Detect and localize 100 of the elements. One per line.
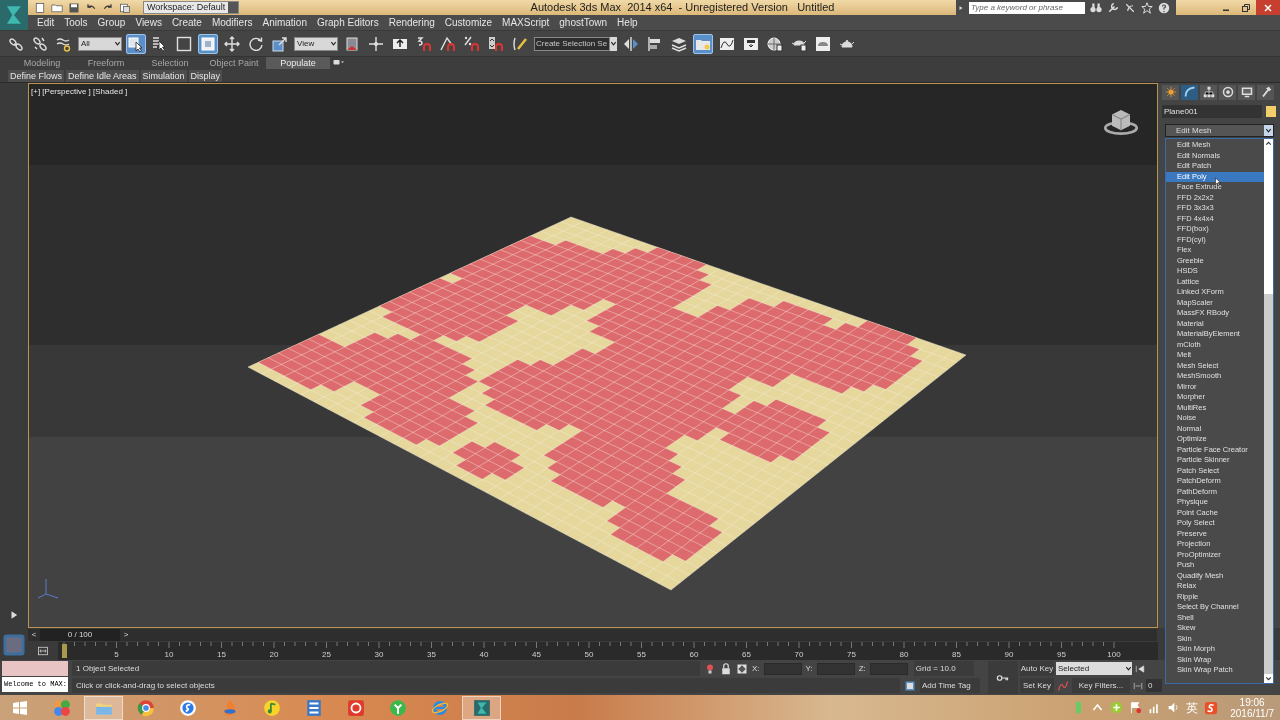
- time-slider-thumb[interactable]: 0 / 100: [40, 629, 120, 641]
- menu-item[interactable]: Graph Editors: [311, 15, 384, 30]
- down-arrow-circle-icon: [388, 698, 407, 717]
- scrollbar[interactable]: [1264, 139, 1273, 683]
- window-title: Autodesk 3ds Max 2014 x64 - Unregistered Version Untitled: [529, 0, 836, 16]
- tick-label: 25: [321, 649, 332, 661]
- dropdown[interactable]: All: [78, 36, 122, 51]
- toolbar-button[interactable]: [126, 33, 146, 54]
- select-by-name-icon: [152, 35, 168, 52]
- time-slider[interactable]: < 0 / 100 >: [28, 629, 1157, 641]
- menu-item[interactable]: Customize: [439, 15, 498, 30]
- ribbon-tab[interactable]: Selection: [138, 57, 202, 69]
- teapot-icon: [815, 35, 831, 52]
- rectangular-selection-icon: [176, 35, 192, 52]
- add-time-tag-button[interactable]: Add Time Tag: [920, 678, 980, 693]
- key-mode-icon[interactable]: [1132, 680, 1144, 691]
- workspace-dropdown[interactable]: Workspace: Default: [143, 1, 239, 14]
- set-key-toggle[interactable]: [988, 661, 1018, 694]
- new-file-icon[interactable]: [34, 1, 46, 14]
- panel-button[interactable]: Define Flows: [8, 69, 65, 82]
- pivot-icon: [344, 35, 360, 52]
- menu-item[interactable]: Tools: [59, 15, 93, 30]
- menu-item[interactable]: Group: [92, 15, 131, 30]
- menu-item[interactable]: Views: [130, 15, 167, 30]
- wrench-icon[interactable]: [1107, 1, 1119, 14]
- dropdown[interactable]: View: [294, 36, 338, 51]
- viewport-label[interactable]: [+] [Perspective ] [Shaded ]: [31, 86, 128, 98]
- panel-tab[interactable]: [1219, 84, 1236, 100]
- track-bar[interactable]: 5 10 15 20 25 30 35 40 45 50 55 60 65 70 75 80 85 90 95 100: [58, 642, 1158, 660]
- auto-key-button[interactable]: Auto Key: [1020, 661, 1054, 676]
- s-logo-icon[interactable]: [1204, 700, 1219, 715]
- taskbar-app[interactable]: [462, 695, 501, 720]
- menu-item[interactable]: Edit: [32, 15, 60, 30]
- filter-icon[interactable]: [36, 645, 50, 657]
- chevron-down-icon: [114, 40, 121, 47]
- menu-item[interactable]: Rendering: [383, 15, 440, 30]
- panel-button[interactable]: Display: [188, 69, 223, 82]
- menu-item[interactable]: Animation: [257, 15, 312, 30]
- menu-item[interactable]: MAXScript: [497, 15, 555, 30]
- go-to-start-icon[interactable]: [1134, 663, 1146, 674]
- star-icon[interactable]: [1141, 1, 1153, 14]
- object-name-field[interactable]: Plane001: [1162, 105, 1262, 118]
- coordinate-field[interactable]: [763, 662, 802, 675]
- music-note-icon: [262, 698, 281, 717]
- chevron-down-icon: [610, 40, 617, 47]
- search-field[interactable]: Type a keyword or phrase: [969, 1, 1085, 14]
- panel-tab[interactable]: [1238, 84, 1255, 100]
- toolbar-button[interactable]: [693, 33, 713, 54]
- panel-button[interactable]: Define Idle Areas: [66, 69, 139, 82]
- frame-field[interactable]: 0: [1146, 679, 1162, 692]
- scrollbar-thumb[interactable]: [1264, 294, 1273, 674]
- save-icon[interactable]: [68, 1, 80, 14]
- menu-item[interactable]: ghostTown: [554, 15, 613, 30]
- coordinate-field[interactable]: [816, 662, 855, 675]
- macro-recorder-field[interactable]: [2, 661, 68, 676]
- help-icon[interactable]: [1158, 1, 1170, 14]
- tick-label: 65: [741, 649, 752, 661]
- ribbon-tab[interactable]: Populate: [266, 57, 330, 69]
- select-object-icon: [128, 35, 144, 52]
- manipulate-icon: [368, 35, 384, 52]
- ribbon-tab[interactable]: Freeform: [74, 57, 138, 69]
- time-tag-icon[interactable]: [904, 679, 916, 692]
- coordinate-field[interactable]: [869, 662, 908, 675]
- lock-icon[interactable]: [720, 662, 732, 675]
- toolbar-button[interactable]: [198, 33, 218, 54]
- waves-icon: [56, 35, 72, 52]
- balls-icon: [52, 698, 71, 717]
- scroll-up-icon[interactable]: [1264, 139, 1273, 148]
- ribbon-tab[interactable]: Modeling: [10, 57, 74, 69]
- color-swatch[interactable]: [1266, 106, 1276, 117]
- panel-tab[interactable]: [1257, 84, 1274, 100]
- panel-tab[interactable]: [1181, 84, 1198, 100]
- modifier-list-dropdown[interactable]: Edit Mesh: [1165, 124, 1274, 137]
- key-filters-button[interactable]: Key Filters...: [1072, 678, 1130, 693]
- scale-icon: [272, 35, 288, 52]
- play-icon[interactable]: [9, 610, 19, 620]
- panel-tab[interactable]: [1162, 84, 1179, 100]
- open-folder-icon[interactable]: [51, 1, 63, 14]
- close-button[interactable]: [1256, 0, 1280, 15]
- transform-mode-icon[interactable]: [736, 662, 748, 675]
- scroll-down-icon[interactable]: [1264, 674, 1273, 683]
- panel-tab[interactable]: [1200, 84, 1217, 100]
- percent-snap-icon: [464, 35, 480, 52]
- isolate-bulb-icon[interactable]: [704, 662, 716, 675]
- s-circle-icon: [178, 698, 197, 717]
- key-mode-dropdown[interactable]: Selected: [1056, 662, 1132, 675]
- viewport[interactable]: [+] [Perspective ] [Shaded ]: [28, 83, 1158, 628]
- binoculars-icon[interactable]: [1090, 1, 1102, 14]
- menu-item[interactable]: Create: [166, 15, 207, 30]
- menu-item[interactable]: Modifiers: [206, 15, 258, 30]
- project-folder-icon[interactable]: [119, 1, 131, 14]
- frame-marker[interactable]: [62, 644, 67, 658]
- broken-chain-icon: [32, 35, 48, 52]
- set-key-button[interactable]: Set Key: [1020, 678, 1054, 693]
- plane-mesh-drawing[interactable]: [247, 216, 967, 591]
- ribbon-tab[interactable]: Object Paint: [202, 57, 266, 69]
- named-selection-field[interactable]: Create Selection Se: [534, 36, 610, 51]
- panel-button[interactable]: Simulation: [140, 69, 187, 82]
- menu-item[interactable]: Help: [612, 15, 643, 30]
- flag-icon[interactable]: [1129, 701, 1143, 714]
